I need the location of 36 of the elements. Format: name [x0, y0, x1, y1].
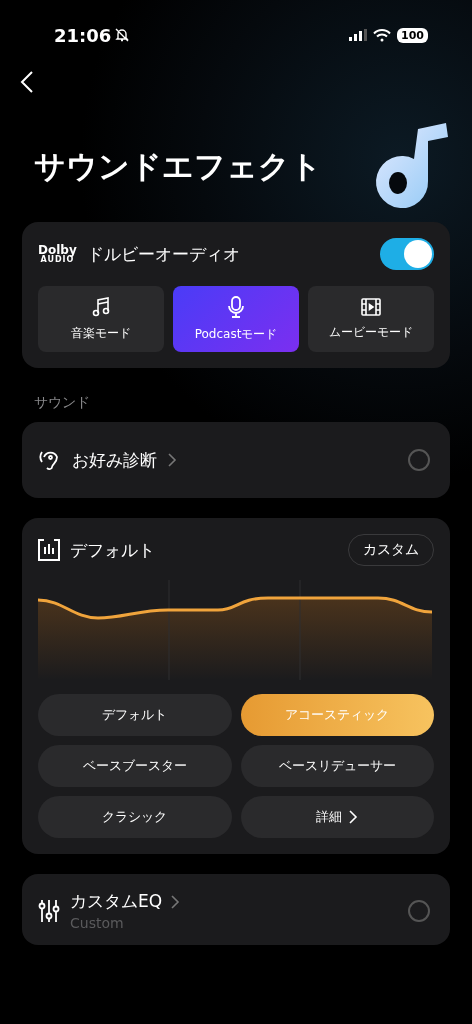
equalizer-title: デフォルト: [70, 538, 155, 562]
film-icon: [361, 297, 381, 316]
preset-button[interactable]: デフォルト: [38, 694, 232, 736]
section-label: サウンド: [33, 393, 91, 412]
signal-icon: [349, 29, 368, 41]
microphone-icon: [227, 295, 245, 318]
bell-muted-icon: [115, 28, 130, 42]
chevron-right-icon: [170, 894, 181, 909]
custom-eq-sublabel: Custom: [70, 915, 125, 931]
preset-button[interactable]: ベースブースター: [38, 745, 232, 787]
custom-eq-label: カスタムEQ: [70, 890, 163, 913]
dolby-audio-label: ドルビーオーディオ: [86, 242, 240, 266]
equalizer-icon: [38, 539, 60, 561]
status-time: 21:06: [54, 24, 112, 46]
music-note-icon: [92, 296, 110, 317]
mode-button[interactable]: ムービーモード: [308, 286, 434, 352]
chevron-right-icon: [167, 453, 177, 467]
custom-eq-card[interactable]: カスタムEQ Custom: [22, 874, 450, 945]
radio-circle[interactable]: [408, 449, 430, 471]
wifi-icon: [373, 28, 392, 42]
preference-label: お好み診断: [72, 448, 157, 472]
dolby-logo-subtext: AUDIO: [40, 256, 75, 264]
dolby-toggle[interactable]: [380, 238, 434, 270]
preference-card[interactable]: お好み診断: [22, 422, 450, 498]
back-icon[interactable]: [20, 70, 34, 94]
radio-circle[interactable]: [408, 899, 430, 922]
preset-button[interactable]: ベースリデューサー: [240, 745, 434, 787]
battery-level: 100: [397, 27, 428, 43]
page-title: サウンドエフェクト: [34, 147, 322, 186]
preset-button[interactable]: 詳細: [240, 796, 434, 838]
chevron-right-icon: [348, 810, 359, 824]
mode-button[interactable]: Podcastモード: [173, 286, 299, 352]
dolby-logo-text: Dolby: [38, 244, 77, 256]
mode-button[interactable]: 音楽モード: [38, 286, 164, 352]
sliders-icon: [38, 898, 60, 923]
preset-button[interactable]: クラシック: [38, 796, 232, 838]
